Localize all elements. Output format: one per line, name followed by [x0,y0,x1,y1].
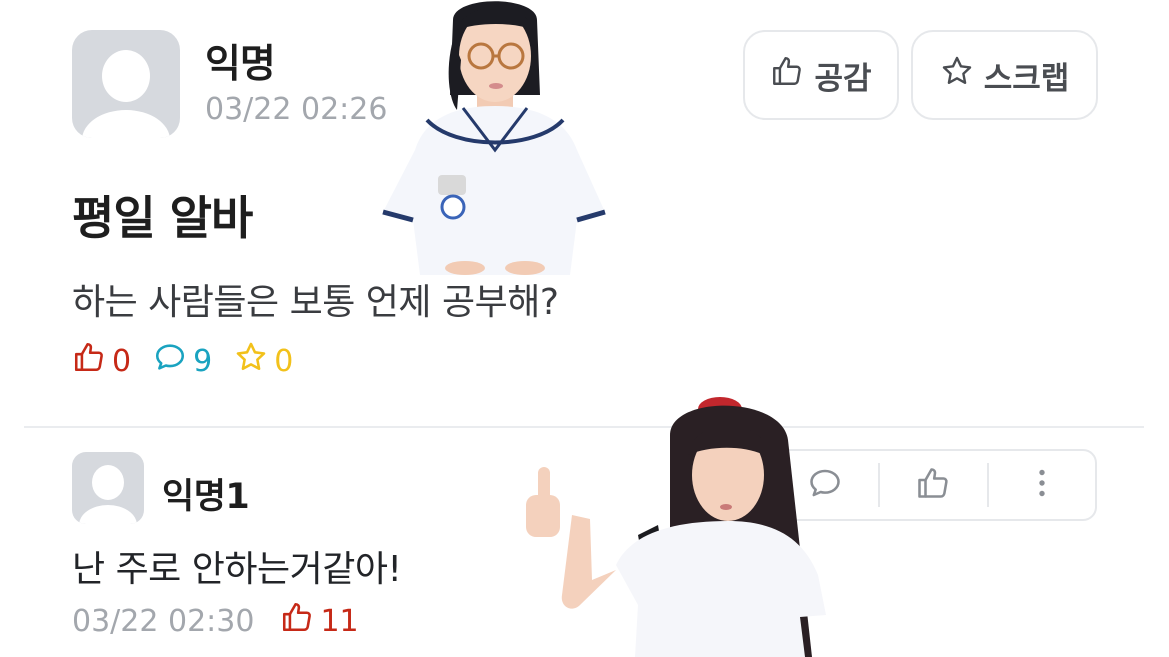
comment-meta: 03/22 02:30 11 [72,600,359,642]
comment-count-value: 9 [193,343,213,379]
vertical-dots-icon [1024,465,1060,505]
comment-author-name: 익명1 [162,477,250,517]
star-icon [234,340,268,382]
star-icon [940,54,974,96]
scrap-button[interactable]: 스크랩 [911,30,1098,120]
like-button[interactable]: 공감 [743,30,899,120]
post-author-avatar [72,30,180,138]
post-body: 하는 사람들은 보통 언제 공부해? [72,282,559,323]
post-scrap-count: 0 [234,340,293,382]
like-count-value: 0 [112,343,132,379]
avatar-body [79,505,137,524]
thumbs-up-icon [280,600,314,642]
comment-like-count: 11 [280,600,359,642]
avatar-head [102,50,150,102]
post-title: 평일 알바 [72,191,253,245]
sticker-girl-glasses [382,1,606,275]
post-stats: 0 9 0 [72,340,315,382]
sticker-girl-thumbs-up [526,397,826,657]
scrap-button-label: 스크랩 [983,60,1070,97]
like-button-label: 공감 [814,60,872,97]
post-comment-count: 9 [153,340,212,382]
comment-text: 난 주로 안하는거같아! [72,549,402,590]
comment-timestamp: 03/22 02:30 [72,603,255,639]
thumbs-up-icon [770,54,804,96]
comment-author-avatar [72,452,144,524]
speech-bubble-icon [153,340,187,382]
comment-like-value: 11 [320,603,359,639]
comment-like-button[interactable] [880,451,986,519]
avatar-head [92,465,124,500]
post-like-count: 0 [72,340,131,382]
thumbs-up-icon [72,340,106,382]
thumbs-up-icon [915,465,951,505]
post-timestamp: 03/22 02:26 [205,92,388,127]
avatar-body [82,110,170,138]
scrap-count-value: 0 [274,343,294,379]
post-author-name: 익명 [205,42,276,87]
more-options-button[interactable] [989,451,1095,519]
